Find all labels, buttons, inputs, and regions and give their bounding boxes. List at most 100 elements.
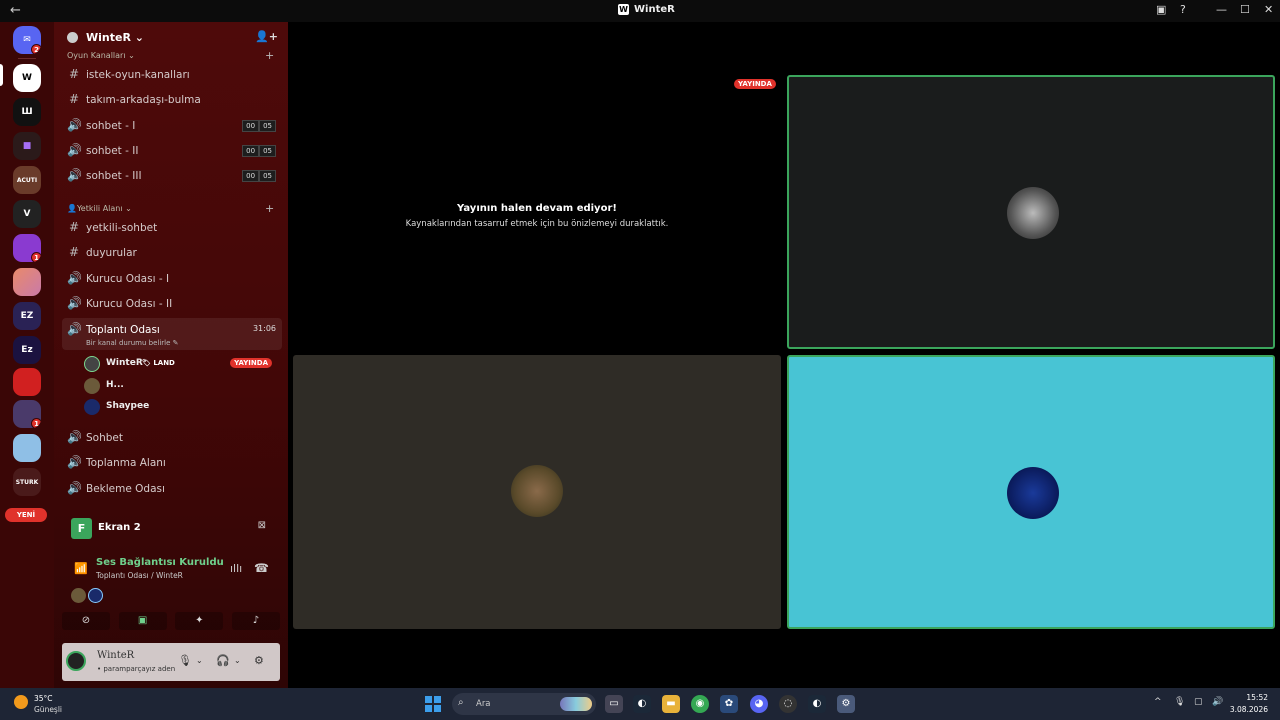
call-timer: 31:06	[252, 324, 276, 333]
channel-name: sohbet - II	[86, 145, 139, 157]
channel-item[interactable]: 🔊 sohbet - III 00 05	[62, 164, 282, 188]
folder-icon[interactable]: ■	[13, 132, 41, 160]
weather-sun-icon[interactable]	[14, 695, 28, 709]
steam-icon[interactable]: ◐	[808, 695, 826, 713]
server-red[interactable]	[13, 368, 41, 396]
voice-user[interactable]: Shaypee	[84, 397, 280, 417]
server-gradient[interactable]	[13, 268, 41, 296]
headphones-icon[interactable]: 🎧	[216, 654, 230, 667]
tray-volume-icon[interactable]: 🔊	[1212, 697, 1223, 707]
file-explorer-icon[interactable]: ▬	[662, 695, 680, 713]
server-purple[interactable]: 1	[13, 234, 41, 262]
channel-item[interactable]: # takım-arkadaşı-bulma	[62, 88, 282, 112]
channel-status[interactable]: Bir kanal durumu belirle ✎	[86, 339, 179, 347]
home-badge: 2	[31, 44, 41, 54]
taskbar-search[interactable]: ⌕ Ara	[452, 693, 596, 715]
soundboard-icon[interactable]: ♪	[231, 612, 280, 630]
signal-icon[interactable]: 📶	[74, 562, 88, 575]
camera-off-icon[interactable]: ⊘	[62, 612, 110, 630]
start-button-icon[interactable]	[425, 696, 441, 712]
server-ez[interactable]: EZ	[13, 302, 41, 330]
clock-date[interactable]: 3.08.2026	[1226, 705, 1268, 714]
channel-item[interactable]: # duyurular	[62, 241, 282, 265]
server-sturk[interactable]: STURK	[13, 468, 41, 496]
mic-icon[interactable]: 🎙	[178, 654, 192, 667]
minimize-icon[interactable]: —	[1216, 3, 1227, 16]
weather-condition[interactable]: Güneşli	[34, 705, 62, 714]
close-icon[interactable]: ✕	[1264, 3, 1273, 16]
tray-mic-icon[interactable]: 🎙	[1174, 697, 1185, 707]
category-yetkili[interactable]: 👤Yetkili Alanı ⌄ +	[67, 202, 274, 215]
maximize-icon[interactable]: ☐	[1240, 3, 1250, 16]
screen-share-icon[interactable]: ▣	[118, 612, 167, 630]
task-view-icon[interactable]: ▭	[605, 695, 623, 713]
tray-chevron-icon[interactable]: ^	[1154, 697, 1162, 707]
guild-header[interactable]: WinteR ⌄ 👤+	[54, 22, 288, 54]
channel-name: Toplantı Odası	[86, 324, 160, 336]
user-limit: 00 05	[242, 170, 276, 182]
activities-icon[interactable]: ✦	[175, 612, 224, 630]
voice-status-title[interactable]: Ses Bağlantısı Kuruldu	[96, 557, 224, 568]
noise-suppression-icon[interactable]: ıllı	[230, 562, 242, 575]
channel-item[interactable]: 🔊 Bekleme Odası	[62, 477, 282, 501]
user-name[interactable]: WinteR	[97, 650, 134, 661]
chevron-down-icon[interactable]: ⌄	[234, 656, 241, 665]
server-rail: ✉ 2 W Ш ■ ACUTI V 1 EZ Ez 1 STURK YENİ	[0, 22, 54, 688]
discord-home-icon[interactable]: ✉ 2	[13, 26, 41, 54]
settings-icon[interactable]: ⚙	[837, 695, 855, 713]
back-arrow-icon[interactable]: ←	[10, 3, 21, 18]
server-badge: 1	[31, 418, 41, 428]
channel-item[interactable]: 🔊 sohbet - I 00 05	[62, 114, 282, 138]
stop-share-icon[interactable]: ⊠	[258, 520, 266, 531]
voice-user[interactable]: WinteR 🏷 LAND YAYINDA	[84, 354, 280, 374]
window-title-text: WinteR	[634, 4, 675, 15]
gear-icon[interactable]: ⚙	[254, 654, 264, 667]
channel-item[interactable]: 🔊 Kurucu Odası - I	[62, 267, 282, 291]
steam-icon[interactable]: ◐	[633, 695, 651, 713]
discord-icon[interactable]: ◕	[750, 695, 768, 713]
channel-name: Kurucu Odası - II	[86, 298, 173, 310]
voice-status-sub[interactable]: Toplantı Odası / WinteR	[96, 571, 183, 580]
stream-tile-paused[interactable]: Yayının halen devam ediyor! Kaynaklarınd…	[293, 77, 781, 349]
channel-name: yetkili-sohbet	[86, 222, 158, 234]
channel-name: takım-arkadaşı-bulma	[86, 94, 201, 106]
app-icon[interactable]: ✿	[720, 695, 738, 713]
server-winter[interactable]: W	[13, 64, 41, 92]
voice-connection-panel: 📶 Ses Bağlantısı Kuruldu Toplantı Odası …	[54, 546, 288, 638]
channel-item[interactable]: 🔊 Kurucu Odası - II	[62, 292, 282, 316]
inbox-icon[interactable]: ▣	[1156, 3, 1166, 16]
channel-item[interactable]: 🔊 Sohbet	[62, 426, 282, 450]
channel-item[interactable]: # istek-oyun-kanalları	[62, 63, 282, 87]
weather-temp[interactable]: 35°C	[34, 694, 53, 703]
category-oyun[interactable]: Oyun Kanalları ⌄ +	[67, 52, 274, 62]
participant-tile[interactable]	[787, 355, 1275, 629]
screen-share-label: Ekran 2	[98, 522, 141, 533]
server-acuti[interactable]: ACUTI	[13, 166, 41, 194]
avatar[interactable]	[66, 651, 86, 671]
server-2[interactable]: Ш	[13, 98, 41, 126]
add-channel-icon[interactable]: +	[265, 52, 274, 62]
server-hood[interactable]: 1	[13, 400, 41, 428]
voice-channel-icon: 🔊	[67, 143, 82, 157]
channel-item[interactable]: 🔊 Toplanma Alanı	[62, 451, 282, 475]
server-v[interactable]: V	[13, 200, 41, 228]
chrome-icon[interactable]: ◉	[691, 695, 709, 713]
chevron-down-icon[interactable]: ⌄	[196, 656, 203, 665]
channel-item[interactable]: 🔊 sohbet - II 00 05	[62, 139, 282, 163]
server-ez2[interactable]: Ez	[13, 336, 41, 364]
add-channel-icon[interactable]: +	[265, 202, 274, 215]
help-icon[interactable]: ?	[1180, 3, 1186, 16]
channel-item[interactable]: # yetkili-sohbet	[62, 216, 282, 240]
participant-tile[interactable]	[293, 355, 781, 629]
server-ice[interactable]	[13, 434, 41, 462]
new-badge[interactable]: YENİ	[5, 508, 47, 522]
invite-icon[interactable]: 👤+	[255, 30, 278, 43]
avatar	[511, 465, 563, 517]
participant-tile[interactable]	[787, 75, 1275, 349]
tray-display-icon[interactable]: ▢	[1194, 697, 1203, 707]
app-icon[interactable]: ◌	[779, 695, 797, 713]
voice-user[interactable]: H...	[84, 376, 280, 396]
channel-item-active[interactable]: 🔊 Toplantı Odası 31:06 Bir kanal durumu …	[62, 318, 282, 350]
disconnect-icon[interactable]: ☎	[254, 561, 269, 575]
clock-time[interactable]: 15:52	[1234, 693, 1268, 702]
